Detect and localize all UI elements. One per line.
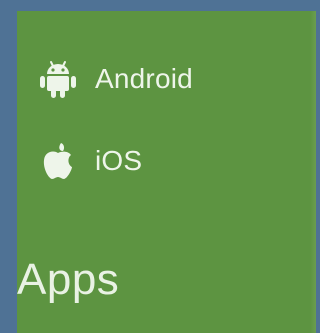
top-border <box>0 0 316 11</box>
section-title-apps: Apps <box>17 255 120 304</box>
apple-icon <box>35 139 81 183</box>
menu-item-android[interactable]: Android <box>17 57 297 101</box>
left-border <box>0 0 17 333</box>
menu-item-ios-label: iOS <box>95 145 143 176</box>
android-icon <box>35 57 81 101</box>
menu-item-ios[interactable]: iOS <box>17 139 297 183</box>
menu-item-android-label: Android <box>95 63 193 94</box>
panel-edge <box>310 11 316 333</box>
